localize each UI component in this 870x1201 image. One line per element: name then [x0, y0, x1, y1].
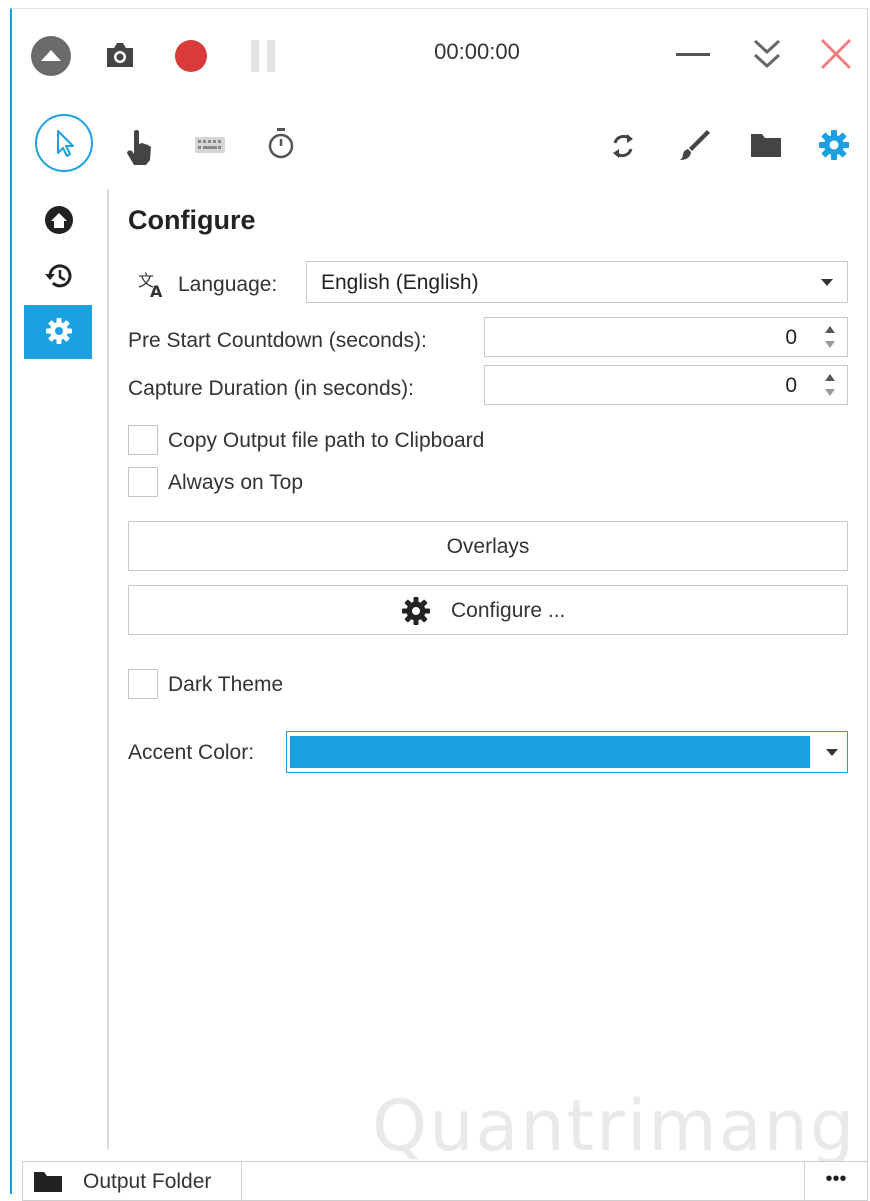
sidebar-item-history[interactable]	[24, 249, 92, 303]
spin-down-icon[interactable]	[825, 389, 835, 396]
double-chevron-down-icon[interactable]	[752, 37, 782, 71]
output-folder-label: Output Folder	[83, 1170, 212, 1193]
hand-click-icon[interactable]	[124, 127, 154, 167]
spin-up-icon[interactable]	[825, 326, 835, 333]
accent-color-label: Accent Color:	[128, 741, 255, 764]
record-icon[interactable]	[174, 39, 208, 73]
collapse-up-icon[interactable]	[30, 35, 72, 77]
watermark: Quantrimang	[372, 1085, 857, 1167]
pause-icon[interactable]	[248, 39, 278, 73]
more-dots-icon: •••	[825, 1168, 847, 1190]
language-select[interactable]: English (English)	[306, 261, 848, 303]
folder-icon	[34, 1172, 62, 1192]
toolbar	[12, 99, 867, 189]
settings-gear-icon	[402, 597, 430, 625]
accent-color-picker[interactable]	[286, 731, 848, 773]
copy-path-checkbox[interactable]	[128, 425, 158, 455]
settings-gear-icon	[46, 318, 72, 344]
chevron-down-icon	[826, 749, 838, 756]
svg-text:A: A	[150, 282, 163, 299]
overlays-button-label: Overlays	[446, 535, 530, 558]
countdown-input[interactable]: 0	[484, 317, 848, 357]
recording-timer: 00:00:00	[434, 39, 520, 64]
translate-icon: 文 A	[138, 271, 163, 299]
configure-button[interactable]: Configure ...	[128, 585, 848, 635]
spin-up-icon[interactable]	[825, 374, 835, 381]
more-options-button[interactable]: •••	[804, 1162, 867, 1200]
sidebar-item-settings[interactable]	[24, 305, 92, 359]
dark-theme-checkbox[interactable]	[128, 669, 158, 699]
title-bar: 00:00:00	[12, 9, 867, 99]
output-folder-button[interactable]: Output Folder	[23, 1162, 242, 1200]
screenshot-camera-icon[interactable]	[104, 41, 136, 69]
configure-button-label: Configure ...	[451, 599, 566, 622]
duration-input[interactable]: 0	[484, 365, 848, 405]
duration-label: Capture Duration (in seconds):	[128, 377, 414, 400]
settings-gear-icon[interactable]	[818, 129, 850, 161]
folder-icon[interactable]	[750, 131, 782, 159]
chevron-down-icon	[821, 279, 833, 286]
keyboard-icon[interactable]	[194, 135, 226, 155]
mouse-pointer-icon[interactable]	[34, 113, 94, 173]
app-window: 00:00:00 Configure 文 A Language: English…	[10, 8, 868, 1201]
overlays-button[interactable]: Overlays	[128, 521, 848, 571]
language-label: Language:	[178, 273, 278, 296]
always-on-top-checkbox[interactable]	[128, 467, 158, 497]
stopwatch-icon[interactable]	[266, 127, 296, 161]
status-bar: Output Folder •••	[22, 1161, 868, 1201]
spin-down-icon[interactable]	[825, 341, 835, 348]
brush-icon[interactable]	[676, 127, 712, 163]
configure-panel: Configure 文 A Language: English (English…	[128, 189, 848, 1149]
accent-color-swatch	[290, 736, 810, 768]
history-icon	[45, 264, 72, 288]
duration-value: 0	[785, 374, 797, 397]
dark-theme-label: Dark Theme	[168, 673, 284, 696]
language-select-value: English (English)	[321, 271, 479, 294]
sidebar-divider	[107, 189, 109, 1149]
close-icon[interactable]	[820, 38, 852, 70]
page-title: Configure	[128, 205, 256, 235]
minimize-icon[interactable]	[676, 51, 710, 59]
countdown-value: 0	[785, 326, 797, 349]
always-on-top-label: Always on Top	[168, 471, 304, 494]
countdown-label: Pre Start Countdown (seconds):	[128, 329, 427, 352]
home-icon	[45, 206, 73, 234]
sidebar-item-home[interactable]	[24, 193, 92, 247]
copy-path-label: Copy Output file path to Clipboard	[168, 429, 485, 452]
refresh-icon[interactable]	[608, 129, 638, 163]
